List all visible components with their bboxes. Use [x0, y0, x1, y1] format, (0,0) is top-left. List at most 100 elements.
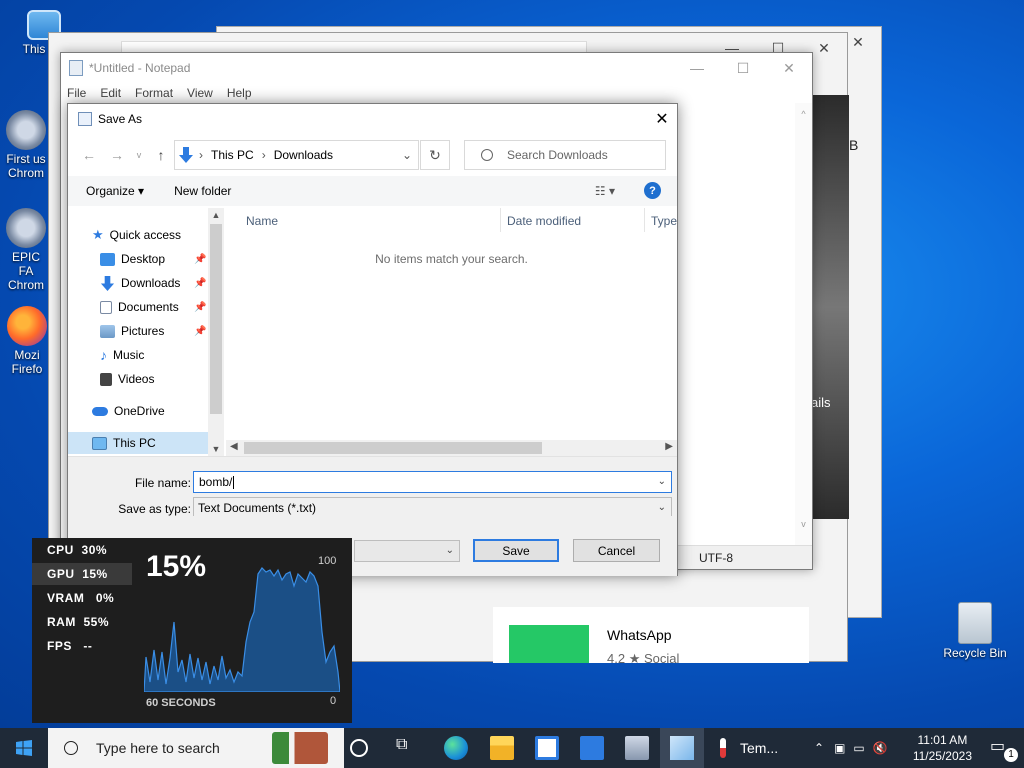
file-name-input[interactable]: bomb/ ⌄: [193, 471, 672, 493]
security-icon[interactable]: ▣: [834, 741, 845, 755]
breadcrumb-downloads[interactable]: Downloads: [274, 148, 333, 162]
chevron-down-icon[interactable]: v: [128, 140, 150, 170]
desktop-folder-icon: [100, 252, 115, 266]
notification-badge: 1: [1004, 748, 1018, 762]
taskbar-search-placeholder: Type here to search: [96, 740, 220, 756]
task-view-icon[interactable]: ⧉: [396, 736, 420, 760]
nav-documents[interactable]: Documents: [100, 296, 179, 318]
search-input[interactable]: Search Downloads: [464, 140, 666, 170]
menu-format[interactable]: Format: [135, 86, 173, 100]
up-arrow-icon[interactable]: ↑: [150, 140, 172, 170]
desktop-icon-chrome-2[interactable]: EPIC FA Chrom: [4, 208, 48, 292]
active-app-highlight[interactable]: [660, 728, 704, 768]
store-partial-text-2: ails: [811, 395, 831, 410]
file-explorer-icon[interactable]: [490, 736, 514, 760]
chevron-up-icon[interactable]: ⌃: [814, 741, 824, 755]
dialog-titlebar[interactable]: Save As: [68, 104, 677, 134]
stat-fps[interactable]: FPS --: [32, 635, 132, 657]
organize-button[interactable]: Organize ▾: [86, 184, 144, 198]
nav-desktop[interactable]: Desktop: [100, 248, 165, 270]
new-folder-button[interactable]: New folder: [174, 184, 231, 198]
temperature-label: Tem...: [740, 740, 779, 756]
minimize-icon[interactable]: —: [674, 53, 720, 83]
nav-videos[interactable]: Videos: [100, 368, 154, 390]
mail-icon[interactable]: [580, 736, 604, 760]
notepad-vscroll[interactable]: ^ v: [795, 103, 812, 547]
refresh-icon[interactable]: ↻: [420, 140, 450, 170]
scrollbar-thumb[interactable]: [244, 442, 542, 454]
edge-icon[interactable]: [444, 736, 468, 760]
desktop-icon-chrome-1[interactable]: First us Chrom: [4, 110, 48, 180]
breadcrumb-this-pc[interactable]: This PC: [211, 148, 254, 162]
column-date-modified[interactable]: Date modified: [507, 214, 581, 228]
app-icon[interactable]: [625, 736, 649, 760]
back-arrow-icon[interactable]: ←: [78, 140, 100, 170]
nav-downloads[interactable]: Downloads: [100, 272, 180, 294]
cancel-button[interactable]: Cancel: [573, 539, 660, 562]
help-icon[interactable]: ?: [644, 182, 661, 199]
clock-date: 11/25/2023: [912, 749, 972, 763]
maximize-icon[interactable]: ☐: [720, 53, 766, 83]
notification-center-icon[interactable]: ▭ 1: [990, 736, 1018, 762]
scroll-up-icon[interactable]: ▲: [208, 210, 224, 220]
desktop-icon-recycle-bin[interactable]: Recycle Bin: [942, 602, 1008, 660]
chrome-shortcut-icon: [6, 110, 46, 150]
scroll-left-icon[interactable]: ◀: [230, 441, 238, 452]
graph-duration-label: 60 SECONDS: [146, 697, 216, 709]
downloads-arrow-icon: [179, 147, 193, 163]
column-type[interactable]: Type: [651, 214, 677, 228]
documents-icon: [100, 300, 112, 314]
whatsapp-card[interactable]: WhatsApp 4.2 ★ Social: [493, 607, 809, 666]
nav-onedrive[interactable]: OneDrive: [92, 400, 165, 422]
stat-ram[interactable]: RAM 55%: [32, 611, 132, 633]
chevron-down-icon[interactable]: ⌄: [658, 502, 666, 513]
nav-this-pc[interactable]: This PC: [68, 432, 208, 454]
scroll-up-icon[interactable]: ^: [795, 109, 812, 119]
videos-icon: [100, 372, 112, 386]
gpu-usage-graph: [144, 567, 340, 692]
menu-help[interactable]: Help: [227, 86, 252, 100]
view-options-icon[interactable]: ☷ ▾: [595, 184, 615, 198]
scroll-down-icon[interactable]: ▼: [208, 444, 224, 454]
menu-view[interactable]: View: [187, 86, 213, 100]
chevron-down-icon[interactable]: ⌄: [446, 545, 454, 556]
scrollbar-thumb[interactable]: [210, 224, 222, 414]
start-button[interactable]: [0, 728, 48, 768]
store-icon[interactable]: [535, 736, 559, 760]
nav-quick-access[interactable]: ★ Quick access: [92, 224, 181, 246]
desktop-icon-firefox[interactable]: Mozi Firefo: [6, 306, 48, 376]
network-icon[interactable]: ▭: [853, 741, 864, 755]
cortana-icon[interactable]: [350, 739, 368, 757]
forward-arrow-icon[interactable]: →: [106, 140, 128, 170]
close-icon[interactable]: ✕: [766, 53, 812, 83]
file-list: Name Date modified Type No items match y…: [226, 208, 677, 456]
pictures-icon: [100, 324, 115, 338]
temperature-app[interactable]: Tem...: [720, 728, 778, 768]
chevron-down-icon[interactable]: ⌄: [658, 476, 666, 487]
address-bar[interactable]: › This PC › Downloads ⌄: [174, 140, 419, 170]
notepad-icon: [69, 60, 83, 76]
save-button[interactable]: Save: [473, 539, 559, 562]
stat-vram[interactable]: VRAM 0%: [32, 587, 132, 609]
menu-edit[interactable]: Edit: [100, 86, 121, 100]
nav-music[interactable]: ♪ Music: [100, 344, 144, 366]
chevron-down-icon[interactable]: ⌄: [402, 148, 412, 162]
scroll-down-icon[interactable]: v: [795, 519, 812, 529]
taskbar-search-box[interactable]: Type here to search: [48, 728, 344, 768]
close-icon[interactable]: ✕: [647, 104, 677, 134]
encoding-select[interactable]: ⌄: [354, 540, 460, 562]
nav-pictures[interactable]: Pictures: [100, 320, 164, 342]
nav-pane-scrollbar[interactable]: ▲ ▼: [208, 208, 224, 456]
scroll-right-icon[interactable]: ▶: [665, 441, 673, 452]
volume-muted-icon[interactable]: 🔇: [873, 741, 888, 755]
menu-file[interactable]: File: [67, 86, 86, 100]
file-list-hscroll[interactable]: ◀ ▶: [226, 440, 677, 456]
star-icon: ★: [92, 227, 104, 242]
stat-cpu[interactable]: CPU 30%: [32, 539, 132, 561]
clock[interactable]: 11:01 AM 11/25/2023: [913, 732, 972, 764]
stat-gpu[interactable]: GPU 15%: [32, 563, 132, 585]
menu-bar: File Edit Format View Help: [61, 83, 812, 103]
search-placeholder: Search Downloads: [507, 148, 608, 162]
pin-icon: 📌: [194, 326, 207, 337]
column-name[interactable]: Name: [246, 214, 278, 228]
